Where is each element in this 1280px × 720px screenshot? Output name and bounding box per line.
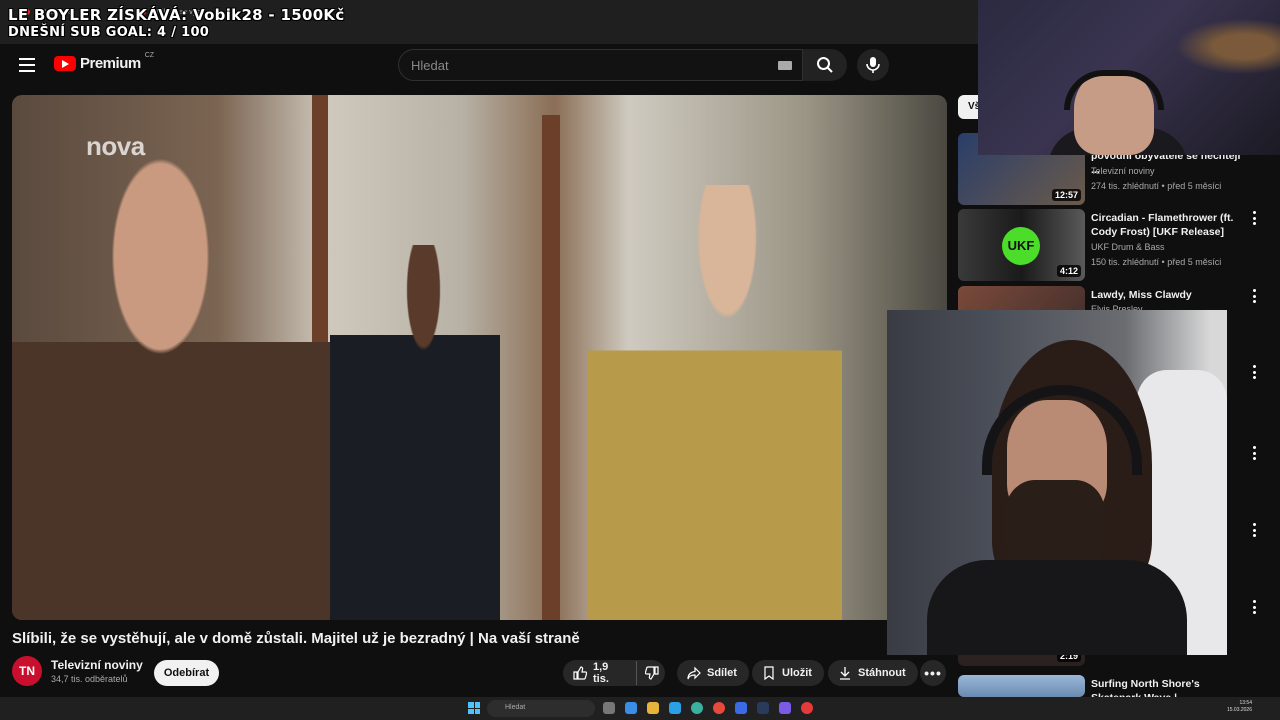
video-scene-reporter	[12, 115, 342, 620]
recommended-video-title: Lawdy, Miss Clawdy	[1091, 289, 1192, 301]
steam-icon[interactable]	[757, 702, 769, 714]
video-duration: 12:57	[1051, 189, 1081, 201]
app-icon[interactable]	[669, 702, 681, 714]
task-view-icon[interactable]	[603, 702, 615, 714]
recommended-video-meta: 150 tis. zhlédnutí • před 5 měsíci	[1091, 257, 1222, 267]
video-duration: 4:12	[1056, 265, 1081, 277]
stream-overlay: LE BOYLER ZÍSKÁVÁ: Vobik28 - 1500Kč DNEŠ…	[8, 7, 345, 41]
channel-info: TN Televizní noviny 34,7 tis. odběratelů	[12, 656, 143, 686]
streamer-webcam-1	[978, 0, 1280, 155]
dislike-button[interactable]	[644, 666, 659, 680]
video-scene-man-yellow-jacket	[587, 185, 842, 620]
like-button[interactable]	[573, 666, 588, 680]
app-icon[interactable]	[735, 702, 747, 714]
streamer-webcam-2	[887, 310, 1227, 655]
recommended-video-title: Circadian - Flamethrower (ft. Cody Frost…	[1091, 212, 1234, 238]
youtube-play-icon	[54, 56, 76, 71]
subscribe-button[interactable]: Odebírat	[154, 660, 219, 686]
video-thumbnail: UKF 4:12	[958, 209, 1085, 281]
file-explorer-icon[interactable]	[647, 702, 659, 714]
recommended-video-meta: 274 tis. zhlédnutí • před 5 měsíci	[1091, 181, 1222, 191]
chrome-icon[interactable]	[713, 702, 725, 714]
more-vertical-icon[interactable]	[1250, 365, 1258, 379]
headphones-icon	[1064, 70, 1164, 110]
recommended-video[interactable]: Surfing North Shore's Skatepark Wave | M…	[958, 675, 1258, 699]
recommended-video-channel: Televizní noviny	[1091, 166, 1155, 176]
channel-subscriber-count: 34,7 tis. odběratelů	[51, 674, 128, 684]
filter-chip-all[interactable]: Vš	[958, 95, 980, 119]
search-icon	[817, 57, 833, 73]
video-scene-police-officer	[330, 245, 500, 620]
search-box	[398, 49, 803, 81]
video-title: Slíbili, že se vystěhují, ale v domě zůs…	[12, 630, 580, 647]
recommended-video-title: Surfing North Shore's Skatepark Wave | M…	[1091, 678, 1200, 699]
windows-start-icon[interactable]	[468, 702, 480, 714]
ukf-logo: UKF	[1002, 227, 1040, 265]
youtube-premium-logo[interactable]: Premium CZ	[54, 52, 154, 72]
app-icon[interactable]	[801, 702, 813, 714]
share-button[interactable]: Sdílet	[677, 660, 749, 686]
video-thumbnail	[958, 675, 1085, 697]
bookmark-icon	[764, 666, 774, 681]
thumbs-down-icon	[644, 666, 659, 680]
more-vertical-icon[interactable]	[1250, 289, 1258, 303]
overlay-sub-goal: DNEŠNÍ SUB GOAL: 4 / 100	[8, 25, 210, 40]
recommended-video[interactable]: UKF 4:12 Circadian - Flamethrower (ft. C…	[958, 209, 1258, 281]
edge-icon[interactable]	[691, 702, 703, 714]
channel-avatar[interactable]: TN	[12, 656, 42, 686]
taskbar-search[interactable]: Hledat	[487, 700, 595, 717]
channel-watermark: nova	[86, 131, 145, 161]
voice-search-button[interactable]	[857, 49, 889, 81]
more-vertical-icon[interactable]	[1250, 523, 1258, 537]
download-button[interactable]: Stáhnout	[828, 660, 918, 686]
more-horizontal-icon: •••	[920, 660, 946, 686]
microphone-icon	[866, 57, 880, 73]
video-player[interactable]: nova	[12, 95, 947, 620]
menu-icon[interactable]	[19, 58, 35, 72]
video-scene-doorframe	[542, 115, 560, 620]
more-vertical-icon[interactable]	[1250, 446, 1258, 460]
save-button[interactable]: Uložit	[752, 660, 824, 686]
app-icon[interactable]	[625, 702, 637, 714]
more-actions-button[interactable]: •••	[920, 660, 946, 686]
windows-taskbar: Hledat 13:54 15.03.2026	[0, 697, 1280, 720]
taskbar-clock[interactable]: 13:54 15.03.2026	[1227, 700, 1252, 714]
search-button[interactable]	[803, 49, 847, 81]
download-icon	[840, 667, 850, 680]
keyboard-icon[interactable]	[778, 61, 792, 70]
search-input[interactable]	[399, 50, 802, 80]
overlay-donation-line: LE BOYLER ZÍSKÁVÁ: Vobik28 - 1500Kč	[8, 6, 345, 24]
like-count: 1,9 tis.	[593, 661, 637, 685]
like-dislike-group: 1,9 tis.	[563, 660, 665, 686]
app-icon[interactable]	[779, 702, 791, 714]
channel-name[interactable]: Televizní noviny	[51, 658, 143, 672]
recommended-video-channel: UKF Drum & Bass	[1091, 242, 1165, 252]
share-icon	[687, 666, 701, 680]
youtube-header: Premium CZ	[0, 44, 978, 88]
thumbs-up-icon	[573, 666, 588, 680]
